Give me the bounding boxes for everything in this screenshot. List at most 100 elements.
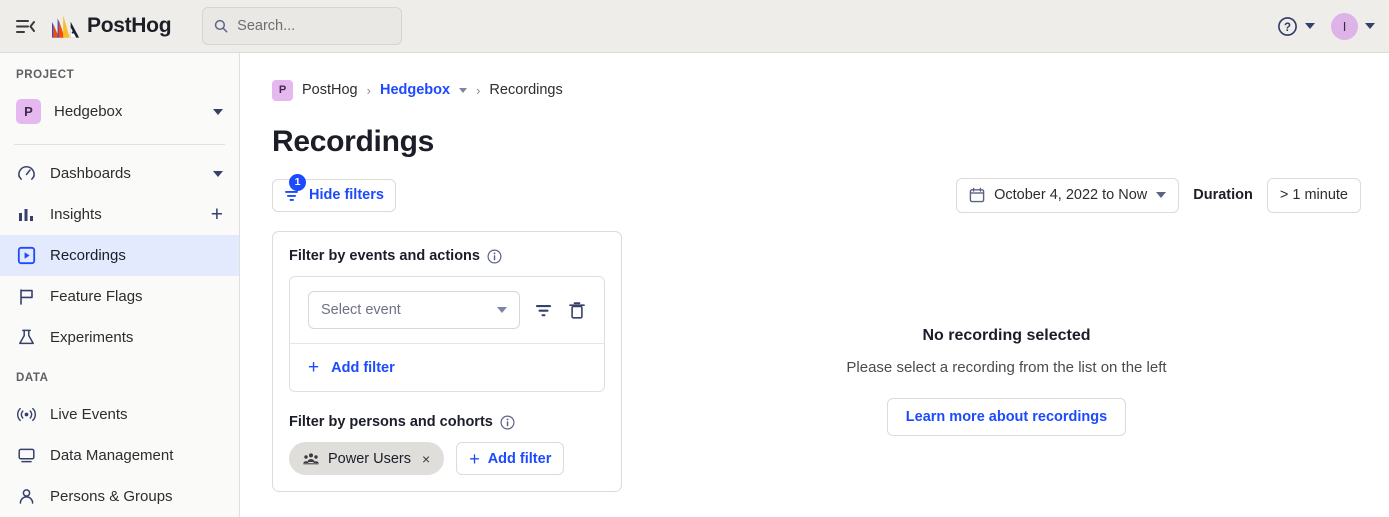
date-range-value: October 4, 2022 to Now	[994, 187, 1147, 203]
cohort-chip-power-users[interactable]: Power Users ×	[289, 442, 444, 475]
persons-filter-label: Filter by persons and cohorts	[289, 414, 493, 430]
person-icon	[16, 486, 37, 507]
sidebar-item-label: Data Management	[50, 447, 223, 464]
sidebar-item-dashboards[interactable]: Dashboards	[0, 153, 239, 194]
topbar-right-controls: ? I	[1277, 13, 1375, 40]
sidebar-item-feature-flags[interactable]: Feature Flags	[0, 276, 239, 317]
bar-chart-icon	[16, 204, 37, 225]
sidebar-item-insights[interactable]: Insights +	[0, 194, 239, 235]
close-icon[interactable]: ×	[422, 451, 430, 467]
info-icon[interactable]	[500, 415, 515, 430]
page-title: Recordings	[272, 125, 1361, 159]
gauge-icon	[16, 163, 37, 184]
add-event-filter-button[interactable]: + Add filter	[290, 344, 604, 391]
trash-icon	[568, 301, 586, 320]
posthog-logo-icon	[52, 13, 80, 39]
learn-more-button[interactable]: Learn more about recordings	[887, 398, 1126, 436]
help-circle-icon: ?	[1277, 16, 1298, 37]
info-icon[interactable]	[487, 249, 502, 264]
recordings-toolbar: 1 Hide filters October 4, 2022 to Now Du…	[272, 177, 1361, 213]
sidebar-divider	[14, 144, 225, 145]
search-icon	[214, 18, 228, 34]
add-filter-label: Add filter	[488, 451, 552, 467]
chevron-down-icon	[1156, 192, 1166, 198]
empty-state-subtitle: Please select a recording from the list …	[846, 359, 1166, 376]
main-content: P PostHog › Hedgebox › Recordings Record…	[240, 53, 1389, 517]
help-menu-button[interactable]: ?	[1277, 16, 1315, 37]
sidebar-item-persons-groups[interactable]: Persons & Groups	[0, 476, 239, 517]
posthog-app: PostHog ? I P	[0, 0, 1389, 517]
duration-label: Duration	[1193, 187, 1253, 203]
chevron-down-icon	[1365, 23, 1375, 29]
calendar-icon	[969, 187, 985, 203]
sidebar-item-label: Recordings	[50, 247, 223, 264]
cohort-chip-label: Power Users	[328, 451, 411, 467]
breadcrumb-org[interactable]: PostHog	[302, 82, 358, 98]
app-body: PROJECT P Hedgebox Dashboards	[0, 53, 1389, 517]
flask-icon	[16, 327, 37, 348]
select-event-dropdown[interactable]: Select event	[308, 291, 520, 329]
chevron-down-icon	[1305, 23, 1315, 29]
plus-icon: +	[308, 358, 319, 377]
sidebar-item-label: Persons & Groups	[50, 488, 223, 505]
select-event-placeholder: Select event	[321, 302, 401, 318]
global-search-box[interactable]	[202, 7, 402, 45]
plus-icon: +	[469, 450, 480, 468]
delete-event-filter-button[interactable]	[566, 299, 588, 321]
hide-filters-button[interactable]: 1 Hide filters	[272, 179, 396, 212]
group-icon	[303, 452, 319, 465]
broadcast-icon	[16, 404, 37, 425]
add-person-filter-button[interactable]: + Add filter	[456, 442, 564, 475]
no-recording-selected-panel: No recording selected Please select a re…	[652, 231, 1361, 492]
sidebar: PROJECT P Hedgebox Dashboards	[0, 53, 240, 517]
play-box-icon	[16, 245, 37, 266]
svg-text:?: ?	[1284, 22, 1291, 34]
sidebar-section-project: PROJECT	[0, 69, 239, 81]
sidebar-item-label: Feature Flags	[50, 288, 223, 305]
breadcrumb-org-badge: P	[272, 80, 293, 101]
filter-count-badge: 1	[289, 174, 306, 191]
chevron-down-icon	[497, 307, 507, 313]
sidebar-item-recordings[interactable]: Recordings	[0, 235, 239, 276]
hide-filters-label: Hide filters	[309, 187, 384, 203]
posthog-logo-text: PostHog	[87, 14, 171, 38]
breadcrumb-separator: ›	[476, 83, 480, 98]
events-filter-label: Filter by events and actions	[289, 248, 480, 264]
event-property-filter-icon[interactable]	[532, 299, 554, 321]
breadcrumb-project[interactable]: Hedgebox	[380, 82, 450, 98]
duration-filter-button[interactable]: > 1 minute	[1267, 178, 1361, 213]
collapse-sidebar-icon[interactable]	[10, 11, 40, 41]
breadcrumb-current: Recordings	[489, 82, 562, 98]
user-menu-button[interactable]: I	[1331, 13, 1375, 40]
duration-value: > 1 minute	[1280, 187, 1348, 203]
flag-icon	[16, 286, 37, 307]
sidebar-item-label: Insights	[50, 206, 198, 223]
add-insight-icon[interactable]: +	[211, 204, 223, 225]
event-filter-row: Select event	[290, 277, 604, 343]
avatar: I	[1331, 13, 1358, 40]
project-name: Hedgebox	[54, 103, 200, 120]
sidebar-item-label: Experiments	[50, 329, 223, 346]
search-input[interactable]	[237, 18, 390, 34]
sidebar-section-data: DATA	[0, 372, 239, 384]
monitor-icon	[16, 445, 37, 466]
chevron-down-icon[interactable]	[213, 171, 223, 177]
chevron-down-icon[interactable]	[459, 88, 467, 93]
filters-panel: Filter by events and actions Select even…	[272, 231, 622, 492]
date-range-selector[interactable]: October 4, 2022 to Now	[956, 178, 1179, 213]
top-navigation-bar: PostHog ? I	[0, 0, 1389, 53]
posthog-logo[interactable]: PostHog	[52, 13, 171, 39]
add-filter-label: Add filter	[331, 360, 395, 376]
events-filter-heading: Filter by events and actions	[289, 248, 605, 264]
events-filter-box: Select event	[289, 276, 605, 392]
persons-filter-heading: Filter by persons and cohorts	[289, 414, 605, 430]
sidebar-item-label: Dashboards	[50, 165, 200, 182]
chevron-down-icon[interactable]	[213, 109, 223, 115]
sidebar-item-live-events[interactable]: Live Events	[0, 394, 239, 435]
sidebar-item-experiments[interactable]: Experiments	[0, 317, 239, 358]
sidebar-item-data-management[interactable]: Data Management	[0, 435, 239, 476]
person-filter-chips: Power Users × + Add filter	[289, 442, 605, 475]
sidebar-item-label: Live Events	[50, 406, 223, 423]
toolbar-right-controls: October 4, 2022 to Now Duration > 1 minu…	[956, 178, 1361, 213]
sidebar-project-selector[interactable]: P Hedgebox	[0, 91, 239, 132]
